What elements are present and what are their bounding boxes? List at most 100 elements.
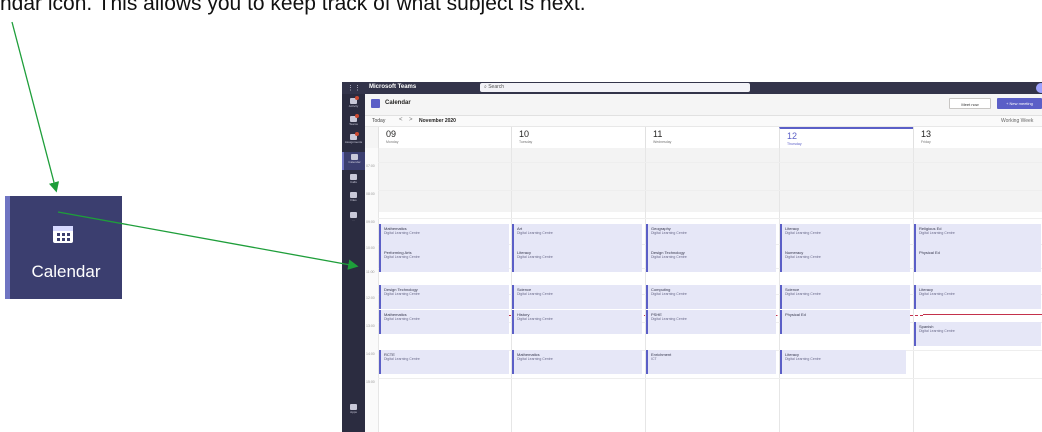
event-title: Spanish [919, 324, 934, 329]
rail-item-assignments[interactable]: Assignments [342, 132, 365, 150]
rail-item-calendar[interactable]: Calendar [342, 152, 365, 170]
event-title: Mathematics [517, 352, 540, 357]
hour-gridline [378, 190, 1042, 191]
calendar-event[interactable]: PSHE Digital Learning Centre [646, 310, 776, 334]
calendar-grid: 07:00 08:00 09:00 10:00 11:00 12:00 13:00 14:00… [365, 148, 1042, 432]
teams-window: ⋮⋮ Microsoft Teams ⌕ Search Activity Team… [342, 82, 1042, 432]
rail-item-calls[interactable]: Calls [342, 172, 365, 190]
time-label: 10:00 [366, 246, 375, 250]
rail-item-activity[interactable]: Activity [342, 96, 365, 114]
calendar-event[interactable]: Literacy Digital Learning Centre [780, 224, 910, 248]
event-location: Digital Learning Centre [919, 292, 955, 296]
time-column: 07:00 08:00 09:00 10:00 11:00 12:00 13:00 14:00… [365, 148, 378, 432]
day-number: 10 [519, 129, 530, 139]
day-header[interactable]: 13 Friday [913, 127, 1042, 148]
calendar-event[interactable]: Literacy Digital Learning Centre [780, 350, 906, 374]
calendar-event[interactable]: Geography Digital Learning Centre [646, 224, 776, 248]
calendar-event[interactable]: Computing Digital Learning Centre [646, 285, 776, 309]
search-placeholder: Search [488, 84, 505, 90]
calendar-event[interactable]: Design Technology Digital Learning Centre [379, 285, 509, 309]
calendar-event[interactable]: Enrichment ICT [646, 350, 776, 374]
day-header[interactable]: 10 Tuesday [511, 127, 645, 148]
calendar-event[interactable]: Literacy Digital Learning Centre [914, 285, 1041, 309]
calendar-event[interactable]: Art Digital Learning Centre [512, 224, 642, 248]
notification-badge [355, 132, 359, 136]
day-header[interactable]: 12 Thursday [779, 127, 913, 148]
time-label: 07:00 [366, 164, 375, 168]
event-location: Digital Learning Centre [651, 292, 687, 296]
page-title: Calendar [385, 100, 411, 106]
day-number: 09 [386, 129, 397, 139]
search-input[interactable]: ⌕ Search [480, 83, 750, 92]
event-location: Digital Learning Centre [384, 231, 420, 235]
next-week-button[interactable]: > [409, 117, 413, 123]
event-location: Digital Learning Centre [517, 317, 553, 321]
event-location: Digital Learning Centre [651, 255, 687, 259]
calendar-event[interactable]: Performing Arts Digital Learning Centre [379, 248, 509, 272]
rail-item-label: Teams [349, 122, 358, 126]
day-name: Monday [386, 140, 399, 144]
rail-item-label: Calls [350, 180, 357, 184]
new-meeting-button[interactable]: + New meeting [997, 98, 1042, 109]
app-rail: Activity Teams Assignments Calendar Calls Fil… [342, 94, 365, 432]
event-location: Digital Learning Centre [919, 231, 955, 235]
event-location: Digital Learning Centre [384, 255, 420, 259]
event-title: Design Technology [384, 287, 418, 292]
calendar-event[interactable]: Literacy Digital Learning Centre [512, 248, 642, 272]
calendar-event[interactable]: Spanish Digital Learning Centre [914, 322, 1041, 346]
rail-item-more[interactable]: ... [342, 210, 365, 228]
hour-gridline [378, 162, 1042, 163]
event-title: RCTE [384, 352, 395, 357]
calendar-event[interactable]: Numeracy Digital Learning Centre [780, 248, 910, 272]
event-location: Digital Learning Centre [517, 255, 553, 259]
calendar-event[interactable]: RCTE Digital Learning Centre [379, 350, 509, 374]
calendar-event[interactable]: Physical Ed [914, 248, 1041, 272]
event-location: Digital Learning Centre [919, 329, 955, 333]
today-button[interactable]: Today [372, 118, 385, 124]
calendar-icon [53, 226, 73, 243]
event-location: Digital Learning Centre [384, 292, 420, 296]
day-number: 12 [787, 131, 798, 141]
calendar-event[interactable]: Science Digital Learning Centre [512, 285, 642, 309]
view-switcher[interactable]: Working Week [1001, 118, 1033, 124]
prev-week-button[interactable]: < [399, 117, 403, 123]
avatar[interactable] [1036, 83, 1042, 93]
calendar-event[interactable]: Mathematics Digital Learning Centre [512, 350, 642, 374]
event-location: Digital Learning Centre [651, 317, 687, 321]
calendar-header: Calendar Meet now + New meeting [365, 94, 1042, 116]
rail-item-teams[interactable]: Teams [342, 114, 365, 132]
event-location: Digital Learning Centre [785, 357, 821, 361]
time-label: 11:00 [366, 270, 375, 274]
time-label: 14:00 [366, 352, 375, 356]
calendar-event[interactable]: Physical Ed [780, 310, 910, 334]
arrow-to-zoom [11, 21, 60, 193]
calendar-event[interactable]: Mathematics Digital Learning Centre [379, 224, 509, 248]
event-title: Literacy [517, 250, 532, 255]
event-location: Digital Learning Centre [517, 357, 553, 361]
event-title: History [517, 312, 530, 317]
month-picker[interactable]: November 2020 [419, 118, 456, 124]
rail-item-apps[interactable]: Apps [342, 402, 365, 420]
instruction-caption: ndar icon. This allows you to keep track… [0, 0, 586, 15]
day-header[interactable]: 11 Wednesday [645, 127, 779, 148]
hour-gridline [378, 218, 1042, 219]
calendar-event[interactable]: History Digital Learning Centre [512, 310, 642, 334]
rail-item-files[interactable]: Files [342, 190, 365, 208]
calendar-event[interactable]: Religious Ed Digital Learning Centre [914, 224, 1041, 248]
day-header[interactable]: 09 Monday [378, 127, 512, 148]
event-title: Computing [651, 287, 671, 292]
day-name: Wednesday [653, 140, 672, 144]
rail-item-label: Assignments [344, 140, 363, 144]
event-location: Digital Learning Centre [651, 231, 687, 235]
waffle-icon[interactable]: ⋮⋮ [347, 84, 361, 92]
notification-badge [355, 96, 359, 100]
calendar-event[interactable]: Mathematics Digital Learning Centre [379, 310, 509, 334]
meet-now-button[interactable]: Meet now [949, 98, 991, 109]
calendar-event[interactable]: Design Technology Digital Learning Centre [646, 248, 776, 272]
rail-item-label: Files [350, 198, 357, 202]
event-title: Geography [651, 226, 671, 231]
calendar-zoom-label: Calendar [31, 262, 101, 281]
time-label: 13:00 [366, 324, 375, 328]
day-name: Thursday [787, 142, 802, 146]
calendar-event[interactable]: Science Digital Learning Centre [780, 285, 910, 309]
